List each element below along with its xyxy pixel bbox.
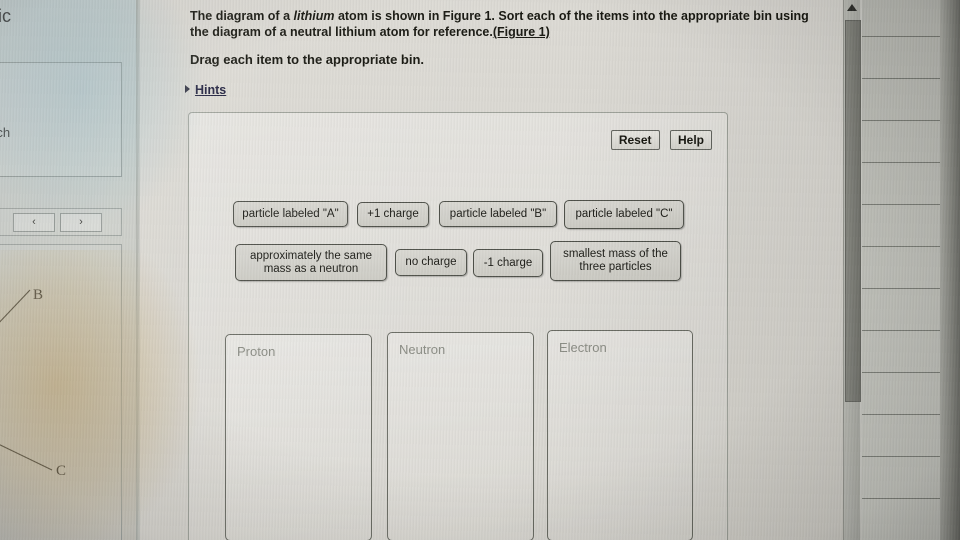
diagram-label-c: C [56,463,67,479]
right-side-panel [850,0,960,540]
rule-line [862,78,940,79]
rule-line [862,498,940,499]
rule-line [862,162,940,163]
rule-line [862,414,940,415]
diagram-label-b: B [33,287,44,303]
rule-line [862,246,940,247]
triangle-up-icon[interactable] [847,4,857,11]
figure-description-box: s: protons, r-codes each [0,62,122,177]
scrollbar-thumb[interactable] [845,20,861,402]
figure-window-title: of Subatomic [0,6,12,26]
rule-line [862,288,940,289]
figure-text-line-2: r-codes each [0,125,11,140]
figure-nav-bar: ‹ › [0,208,122,236]
drop-bin[interactable]: Proton [225,334,372,540]
figure-window: of Subatomic s: protons, r-codes each ‹ … [0,0,136,540]
rule-line [862,120,940,121]
prompt-emphasis: lithium [293,9,335,23]
atom-diagram-leader-lines [0,289,53,471]
prompt-text-start: The diagram of a [190,9,294,23]
hints-toggle[interactable]: Hints [185,83,226,97]
answer-panel: Reset Help particle labeled "A" +1 charge… [188,112,728,540]
screenshot-root: of Subatomic s: protons, r-codes each ‹ … [0,0,960,540]
drop-bin[interactable]: Electron [547,330,693,540]
rule-line [862,36,940,37]
chevron-right-icon [185,85,190,93]
drag-instruction: Drag each item to the appropriate bin. [190,52,425,67]
bins-area: Proton Neutron Electron [189,113,727,540]
drop-bin[interactable]: Neutron [387,332,534,540]
rule-line [862,456,940,457]
vertical-scrollbar[interactable] [843,0,861,540]
main-content: The diagram of a lithium atom is shown i… [140,0,850,540]
right-edge-shadow [940,0,960,540]
question-prompt: The diagram of a lithium atom is shown i… [190,8,810,40]
bin-label: Proton [237,344,276,359]
bin-label: Electron [559,340,607,355]
rule-line [862,372,940,373]
rule-line [862,330,940,331]
hints-label: Hints [195,83,227,97]
figure-1-link[interactable]: (Figure 1) [493,25,550,39]
next-figure-button[interactable]: › [60,213,102,232]
previous-figure-button[interactable]: ‹ [13,213,55,232]
bin-label: Neutron [399,342,446,357]
ruled-paper-panel [862,0,940,540]
rule-line [862,204,940,205]
